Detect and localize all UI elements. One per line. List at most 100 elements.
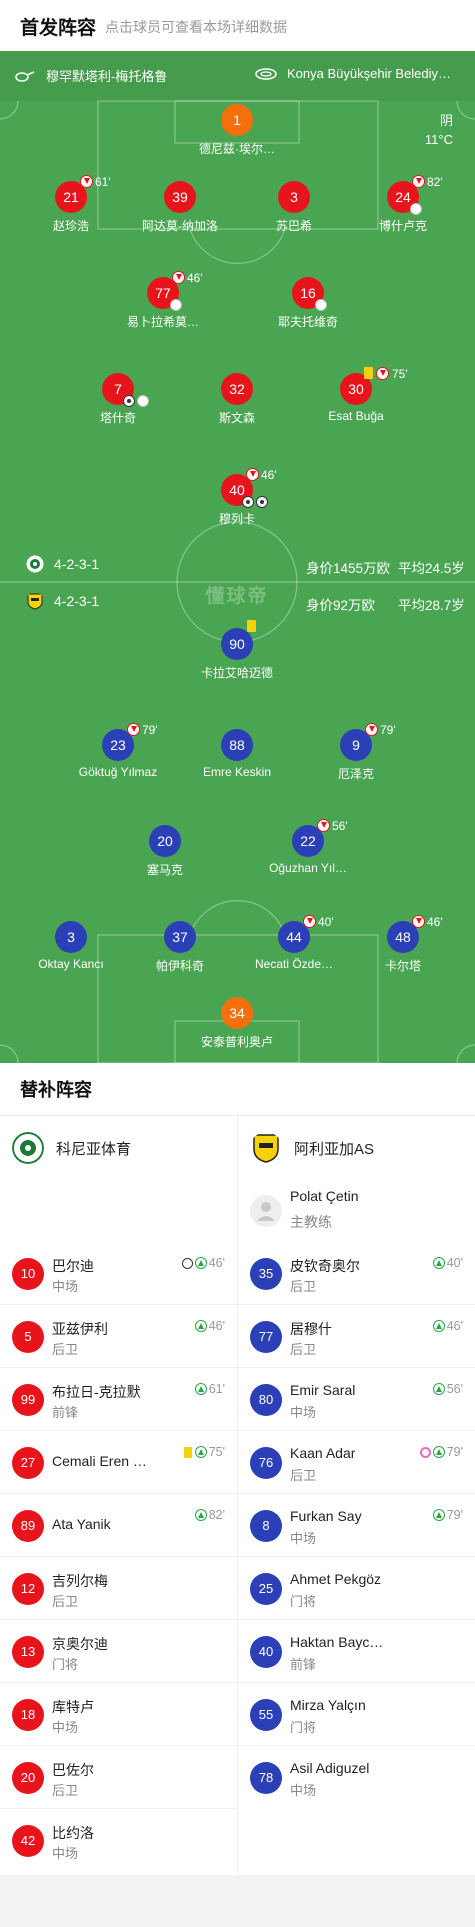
sub-role: 后卫 <box>52 1783 79 1798</box>
player-marker[interactable]: 30 75' Esat Buğa <box>301 367 411 433</box>
sub-time: 79' <box>446 1508 463 1522</box>
player-name: 卡拉艾哈迈德 <box>200 666 273 680</box>
home-subs-team[interactable]: 科尼亚体育 <box>12 1132 131 1164</box>
sub-row[interactable]: 10 巴尔迪 中场 46' <box>0 1242 237 1305</box>
player-marker[interactable]: 37 帕伊科奇 <box>125 921 235 981</box>
coach-role: 主教练 <box>290 1214 332 1230</box>
sub-time: 40' <box>318 915 334 929</box>
player-name: Emre Keskin <box>202 765 272 779</box>
player-marker[interactable]: 1 德尼兹·埃尔… <box>182 104 292 164</box>
sub-out-icon <box>376 367 389 380</box>
sub-row[interactable]: 80 Emir Saral 中场 56' <box>238 1368 475 1431</box>
player-marker[interactable]: 7 塔什奇 <box>63 373 173 433</box>
sub-row[interactable]: 35 皮钦奇奥尔 后卫 40' <box>238 1242 475 1305</box>
assist-icon <box>170 299 182 311</box>
player-marker[interactable]: 23 79' Göktuğ Yılmaz <box>63 723 173 789</box>
sub-name: Kaan Adar <box>290 1445 356 1461</box>
sub-role: 后卫 <box>290 1279 317 1294</box>
goal-icon <box>242 496 254 508</box>
player-marker[interactable]: 24 82' 博什卢克 <box>348 175 458 241</box>
player-name: Necati Özde… <box>254 957 334 971</box>
sub-row[interactable]: 89 Ata Yanik 82' <box>0 1494 237 1557</box>
sub-number: 13 <box>12 1636 44 1668</box>
player-marker[interactable]: 90 卡拉艾哈迈德 <box>182 620 292 688</box>
sub-row[interactable]: 12 吉列尔梅 后卫 <box>0 1557 237 1620</box>
player-marker[interactable]: 16 耶夫托维奇 <box>253 277 363 337</box>
sub-row[interactable]: 99 布拉日-克拉默 前锋 61' <box>0 1368 237 1431</box>
player-marker[interactable]: 48 46' 卡尔塔 <box>348 915 458 981</box>
player-marker[interactable]: 22 56' Oğuzhan Yıl… <box>253 819 363 885</box>
sub-events: 46' <box>181 1256 225 1270</box>
sub-row[interactable]: 76 Kaan Adar 后卫 79' <box>238 1431 475 1494</box>
player-marker[interactable]: 21 61' 赵珍浩 <box>16 175 126 241</box>
sub-row[interactable]: 78 Asil Adiguzel 中场 <box>238 1746 475 1809</box>
sub-number: 76 <box>250 1447 282 1479</box>
sub-number: 8 <box>250 1510 282 1542</box>
sub-in-icon <box>194 1509 207 1521</box>
player-marker[interactable]: 44 40' Necati Özde… <box>239 915 349 981</box>
sub-time: 75' <box>208 1445 225 1459</box>
player-name: 德尼兹·埃尔… <box>199 142 275 156</box>
player-marker[interactable]: 40 46' 穆列卡 <box>182 468 292 534</box>
sub-row[interactable]: 13 京奥尔迪 门将 <box>0 1620 237 1683</box>
player-name: 卡尔塔 <box>384 959 421 973</box>
player-marker[interactable]: 77 46' 易卜拉希莫… <box>108 271 218 337</box>
away-team-name[interactable]: Konya Büyükşehir Belediy… <box>255 66 451 81</box>
away-squad-value: 身价92万欧 <box>306 598 376 613</box>
player-marker[interactable]: 3 Oktay Kancı <box>16 921 126 981</box>
player-marker[interactable]: 34 安泰普利奥卢 <box>182 997 292 1057</box>
player-name: 耶夫托维奇 <box>277 315 338 329</box>
player-marker[interactable]: 3 苏巴希 <box>239 181 349 241</box>
sub-time: 46' <box>208 1319 225 1333</box>
sub-name: 比约洛 <box>52 1825 94 1841</box>
sub-in-icon <box>432 1509 445 1521</box>
sub-in-icon <box>432 1383 445 1395</box>
assist-icon <box>410 203 422 215</box>
sub-number: 12 <box>12 1573 44 1605</box>
weather-condition: 阴 <box>439 113 453 128</box>
sub-number: 18 <box>12 1699 44 1731</box>
sub-name: 亚兹伊利 <box>52 1321 108 1337</box>
sub-role: 中场 <box>52 1279 79 1294</box>
player-marker[interactable]: 39 阿达莫-纳加洛 <box>125 181 235 241</box>
sub-role: 中场 <box>290 1783 317 1798</box>
sub-row[interactable]: 25 Ahmet Pekgöz 门将 <box>238 1557 475 1620</box>
sub-events: 56' <box>432 1382 463 1396</box>
away-team-logo <box>253 1134 279 1163</box>
player-name: 斯文森 <box>218 411 255 425</box>
sub-number: 20 <box>12 1762 44 1794</box>
sub-number: 25 <box>250 1573 282 1605</box>
sub-row[interactable]: 77 居穆什 后卫 46' <box>238 1305 475 1368</box>
sub-row[interactable]: 5 亚兹伊利 后卫 46' <box>0 1305 237 1368</box>
goal-icon <box>181 1257 193 1269</box>
sub-out-icon <box>317 819 330 832</box>
player-name: 塔什奇 <box>99 411 136 425</box>
sub-row[interactable]: 8 Furkan Say 中场 79' <box>238 1494 475 1557</box>
sub-row[interactable]: 40 Haktan Bayc… 前锋 <box>238 1620 475 1683</box>
player-marker[interactable]: 88 Emre Keskin <box>182 729 292 789</box>
sub-row[interactable]: 27 Cemali Eren … 75' <box>0 1431 237 1494</box>
away-subs-team[interactable]: 阿利亚加AS <box>250 1132 374 1164</box>
sub-events: 46' <box>432 1319 463 1333</box>
sub-name: 布拉日-克拉默 <box>52 1384 141 1400</box>
sub-name: Asil Adiguzel <box>290 1760 370 1776</box>
sub-events: 79' <box>419 1445 463 1459</box>
player-marker[interactable]: 20 塞马克 <box>110 825 220 885</box>
sub-name: 皮钦奇奥尔 <box>290 1258 360 1274</box>
player-marker[interactable]: 9 79' 厄泽克 <box>301 723 411 789</box>
home-team-name[interactable]: 穆罕默塔利-梅托格鲁 <box>14 66 167 85</box>
player-number: 3 <box>55 921 87 953</box>
sub-row[interactable]: 42 比约洛 中场 <box>0 1809 237 1872</box>
home-team-logo <box>12 1132 44 1164</box>
sub-role: 中场 <box>290 1405 317 1420</box>
player-marker[interactable]: 32 斯文森 <box>182 373 292 433</box>
sub-number: 80 <box>250 1384 282 1416</box>
coach-info[interactable]: Polat Çetin 主教练 <box>250 1178 475 1238</box>
sub-row[interactable]: 18 库特卢 中场 <box>0 1683 237 1746</box>
sub-row[interactable]: 20 巴佐尔 后卫 <box>0 1746 237 1809</box>
player-number: 3 <box>278 181 310 213</box>
sub-role: 门将 <box>290 1720 317 1735</box>
team-names-bar: 穆罕默塔利-梅托格鲁 Konya Büyükşehir Belediy… <box>0 51 475 101</box>
sub-name: Haktan Bayc… <box>290 1634 384 1650</box>
sub-row[interactable]: 55 Mirza Yalçın 门将 <box>238 1683 475 1746</box>
